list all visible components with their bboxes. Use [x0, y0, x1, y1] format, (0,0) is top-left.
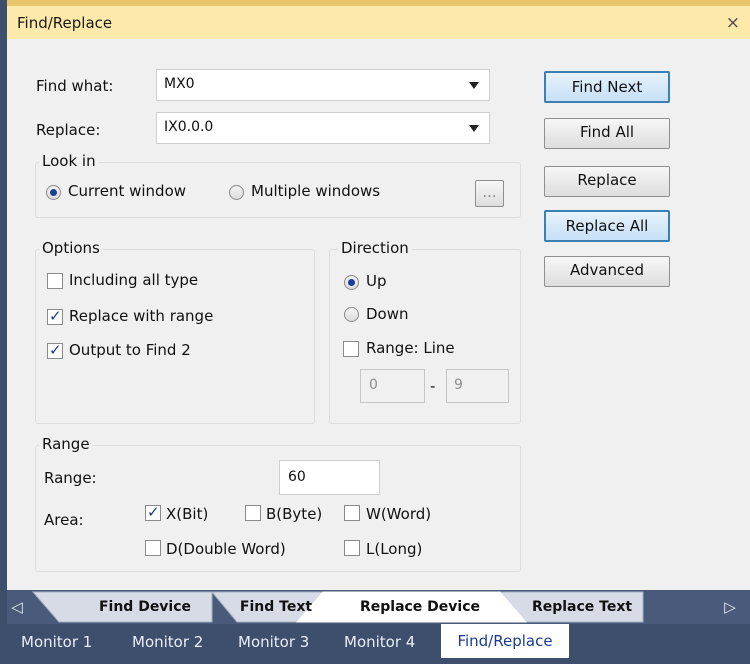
radio-multiple-windows[interactable]	[229, 185, 244, 200]
line-to-value: 9	[454, 377, 463, 393]
line-to-field[interactable]: 9	[446, 369, 509, 403]
bottom-tab-monitor-2[interactable]: Monitor 2	[132, 626, 203, 658]
radio-up[interactable]	[344, 275, 359, 290]
up-label: Up	[366, 272, 387, 290]
chevron-down-icon[interactable]	[469, 125, 479, 132]
find-all-button[interactable]: Find All	[544, 118, 670, 149]
bottom-tab-monitor-4[interactable]: Monitor 4	[344, 626, 415, 658]
range-line-label: Range: Line	[366, 339, 455, 357]
find-what-combo[interactable]: MX0	[156, 69, 490, 101]
tab-scroll-right-icon[interactable]: ▷	[723, 592, 737, 622]
checkbox-d-double-word[interactable]	[145, 540, 161, 556]
checkbox-replace-with-range[interactable]	[47, 307, 63, 325]
title-bar: Find/Replace ×	[7, 0, 750, 39]
find-what-value: MX0	[164, 76, 195, 92]
replace-with-range-label: Replace with range	[69, 307, 214, 325]
checkbox-x-bit[interactable]	[145, 503, 161, 521]
tab-find-text[interactable]: Find Text	[226, 592, 326, 622]
line-from-field[interactable]: 0	[360, 369, 425, 403]
checkbox-including-all-type[interactable]	[47, 273, 63, 289]
checkbox-w-word[interactable]	[344, 505, 360, 521]
replace-combo[interactable]: IX0.0.0	[156, 112, 490, 144]
replace-all-button[interactable]: Replace All	[544, 210, 670, 242]
radio-current-window[interactable]	[46, 185, 61, 200]
multiple-windows-label: Multiple windows	[251, 182, 381, 200]
advanced-button[interactable]: Advanced	[544, 256, 670, 287]
output-to-find-2-label: Output to Find 2	[69, 341, 191, 359]
look-in-title: Look in	[39, 152, 99, 170]
tab-replace-text[interactable]: Replace Text	[522, 592, 642, 622]
bottom-tab-find-replace[interactable]: Find/Replace	[441, 624, 569, 658]
area-label: Area:	[44, 511, 84, 529]
range-title: Range	[39, 435, 93, 453]
checkbox-b-byte[interactable]	[245, 505, 261, 521]
range-input[interactable]: 60	[279, 460, 380, 495]
find-what-label: Find what:	[36, 77, 114, 95]
radio-down[interactable]	[344, 307, 359, 322]
tab-find-device[interactable]: Find Device	[80, 592, 210, 622]
replace-button[interactable]: Replace	[544, 166, 670, 197]
x-bit-label: X(Bit)	[166, 505, 209, 523]
bottom-tab-monitor-3[interactable]: Monitor 3	[238, 626, 309, 658]
direction-title: Direction	[338, 239, 412, 257]
tab-replace-device[interactable]: Replace Device	[345, 592, 495, 622]
including-all-type-label: Including all type	[69, 271, 199, 289]
find-next-button[interactable]: Find Next	[544, 71, 670, 103]
b-byte-label: B(Byte)	[266, 505, 323, 523]
current-window-label: Current window	[68, 182, 187, 200]
checkbox-output-to-find-2[interactable]	[47, 341, 63, 359]
checkbox-range-line[interactable]	[343, 341, 359, 357]
close-icon[interactable]: ×	[726, 13, 740, 33]
w-word-label: W(Word)	[366, 505, 432, 523]
dialog-title: Find/Replace	[17, 14, 113, 32]
range-input-value: 60	[288, 469, 306, 485]
chevron-down-icon[interactable]	[469, 82, 479, 89]
replace-value: IX0.0.0	[164, 119, 214, 135]
line-separator: -	[430, 377, 436, 395]
tab-scroll-left-icon[interactable]: ◁	[10, 592, 24, 622]
checkbox-l-long[interactable]	[344, 540, 360, 556]
l-long-label: L(Long)	[366, 540, 423, 558]
down-label: Down	[366, 305, 409, 323]
line-from-value: 0	[369, 377, 378, 393]
d-double-word-label: D(Double Word)	[166, 540, 286, 558]
options-title: Options	[39, 239, 103, 257]
browse-button[interactable]: ...	[475, 180, 504, 207]
range-label: Range:	[44, 469, 97, 487]
replace-label: Replace:	[36, 121, 101, 139]
bottom-tab-monitor-1[interactable]: Monitor 1	[21, 626, 92, 658]
